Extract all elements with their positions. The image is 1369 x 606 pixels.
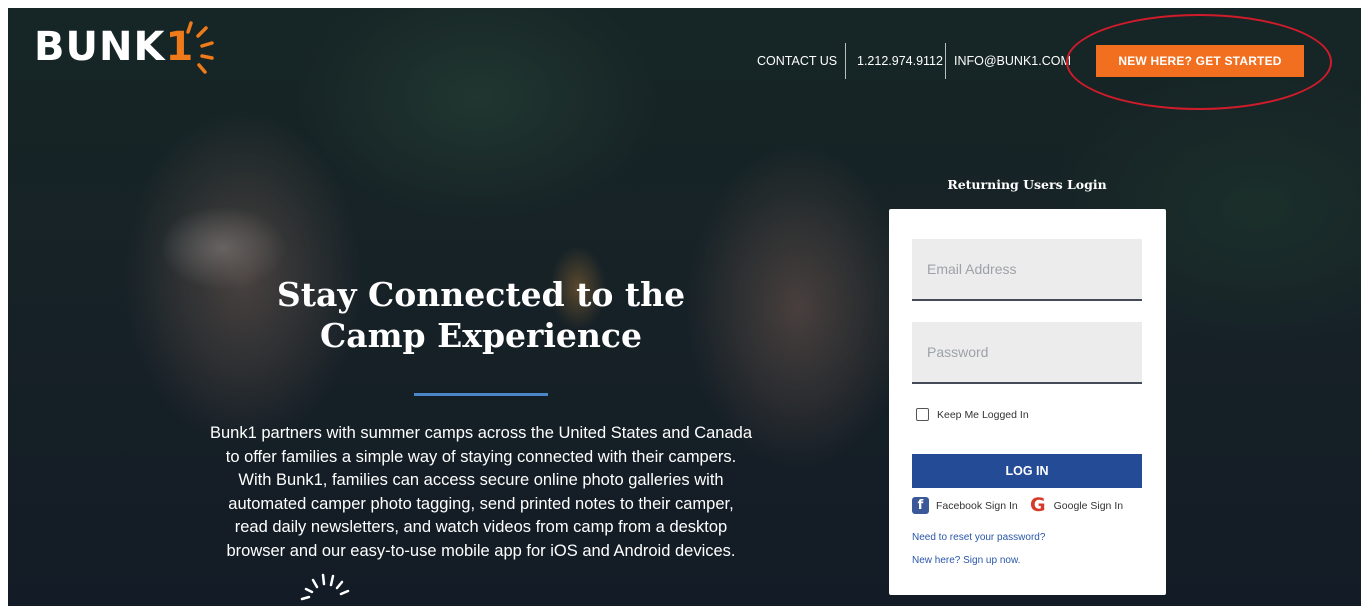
facebook-signin-label: Facebook Sign In [936, 499, 1018, 512]
login-title: Returning Users Login [947, 177, 1107, 192]
nav-divider [945, 43, 946, 79]
checkbox-icon[interactable] [916, 408, 929, 421]
google-signin-button[interactable]: G Google Sign In [1030, 494, 1124, 516]
email-input[interactable] [912, 239, 1142, 299]
description-line: Bunk1 partners with summer camps across … [209, 424, 753, 442]
signup-link[interactable]: New here? Sign up now. [912, 555, 1020, 566]
hero-description: Bunk1 partners with summer camps across … [190, 422, 772, 564]
facebook-icon: f [912, 497, 929, 514]
facebook-signin-button[interactable]: f Facebook Sign In [912, 497, 1018, 514]
password-input[interactable] [912, 322, 1142, 382]
description-line: read daily newsletters, and watch videos… [234, 518, 728, 537]
login-card: Keep Me Logged In LOG IN f Facebook Sign… [889, 209, 1166, 595]
google-signin-label: Google Sign In [1053, 499, 1124, 512]
google-icon: G [1030, 494, 1046, 516]
reset-password-link[interactable]: Need to reset your password? [912, 532, 1045, 543]
description-line: With Bunk1, families can access secure o… [238, 471, 724, 490]
description-line: to offer families a simple way of stayin… [225, 447, 737, 466]
email-link[interactable]: INFO@BUNK1.COM [954, 54, 1071, 68]
description-line: browser and our easy-to-use mobile app f… [226, 541, 736, 560]
remember-label: Keep Me Logged In [937, 408, 1029, 421]
contact-us-link[interactable]: CONTACT US [757, 54, 837, 68]
login-button[interactable]: LOG IN [912, 454, 1142, 488]
hero-headline: Stay Connected to the Camp Experience [238, 274, 724, 356]
remember-me[interactable]: Keep Me Logged In [916, 408, 1029, 421]
password-field[interactable] [912, 322, 1142, 384]
headline-line-1: Stay Connected to the [276, 275, 686, 314]
phone-link[interactable]: 1.212.974.9112 [857, 54, 943, 68]
headline-line-2: Camp Experience [319, 316, 643, 355]
email-field[interactable] [912, 239, 1142, 301]
top-nav: CONTACT US 1.212.974.9112 INFO@BUNK1.COM… [0, 0, 1369, 110]
highlight-circle [1066, 14, 1332, 110]
nav-divider [845, 43, 846, 79]
description-line: automated camper photo tagging, send pri… [228, 494, 734, 513]
headline-divider [414, 393, 548, 396]
loading-spinner-icon [300, 573, 350, 601]
